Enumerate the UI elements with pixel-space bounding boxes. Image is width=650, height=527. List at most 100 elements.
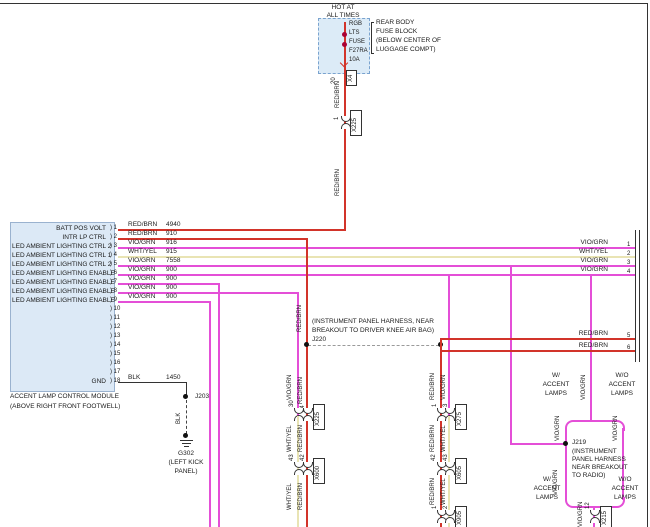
g302-location-1: (LEFT KICK [160,459,212,466]
wire-pin9 [118,301,211,303]
branch-wire-label: VIO/GRN [613,416,619,441]
wire-color: RED/BRN [128,230,157,237]
wire-label: RED/BRN [298,377,304,404]
edge-wire-label: RED/BRN [560,330,608,337]
inline-connector-glyph [445,517,455,523]
with-accent-label: W/ [532,476,562,483]
frame-right [647,3,648,527]
edge-wire-label: RED/BRN [560,342,608,349]
wire-j219-horizontal [510,443,567,445]
connector-pin: 43 [443,454,449,461]
wire-color: VIO/GRN [128,284,155,291]
j219-label: J219 [572,439,586,446]
wire-pin4 [118,256,635,258]
wire-circuit: 7558 [166,257,180,264]
ground-symbol-bar [180,440,193,441]
ground-symbol-bar [184,446,189,447]
connector-pin: 2 [443,506,449,509]
fuse-block-connector-label: X4 [348,75,354,82]
wire-gnd-dashed [186,400,187,434]
pin-number: 12 [110,324,120,331]
pin-label: LED AMBIENT LIGHTING ENABLE [12,270,106,277]
module-title-2: (ABOVE RIGHT FRONT FOOTWELL) [10,403,120,410]
connector-pin: 30 [289,400,295,407]
j220-dot-left [304,342,309,347]
wire-pin3 [118,247,635,249]
connector-pin: 1 [432,404,438,407]
j203-label: J203 [195,393,209,400]
wire-redbrn-label: RED/BRN [297,305,303,332]
inline-connector-glyph [445,462,455,468]
without-accent-label: LAMPS [604,390,640,397]
fuse-loc-3: (BELOW CENTER OF [376,37,441,44]
edge-pin-number: 2 [627,251,630,258]
center-wire-label: VIO/GRN [578,502,584,527]
fuse-loc-2: FUSE BLOCK [376,28,417,35]
j219-junction-dot [563,441,568,446]
without-accent-label: ACCENT [604,381,640,388]
pin-number: 1 [110,225,117,232]
x215-connector-label: X215 [602,511,608,525]
inline-connector-glyph [303,469,313,475]
wire-color: VIO/GRN [128,239,155,246]
edge-wire-label: VIO/GRN [560,239,608,246]
pin-number: 3 [110,243,117,250]
edge-pin-number: 6 [627,345,630,352]
g302-label: G302 [160,450,212,457]
bracket-tick-top [371,22,374,23]
edge-wire-label: VIO/GRN [560,266,608,273]
wire-label: RED/BRN [298,483,304,510]
edge-pin-number: 5 [627,333,630,340]
x225-top-connector-label: X225 [352,118,358,132]
pin-label: INTR LP CTRL [12,234,106,241]
pin-number: 16 [110,360,120,367]
wire-circuit: 910 [166,230,177,237]
fork-arc-right [590,420,625,431]
pin-label: LED AMBIENT LIGHTING CTRL 2 [12,261,106,268]
fuse-loc-4: LUGGAGE COMPT) [376,46,436,53]
x905-connector-label: X905 [457,511,463,525]
wire-color: VIO/GRN [128,275,155,282]
connector-pin: 12 [585,502,591,509]
wire-pin9-drop [209,301,211,527]
connector-pin: 42 [431,454,437,461]
wire-pin5 [118,265,635,267]
fuse-loc-1: REAR BODY [376,19,414,26]
bracket-line [371,22,372,54]
bracket-tick-bottom [371,53,374,54]
wire-pin5-drop [510,265,512,445]
edge-pin-number: 3 [627,260,630,267]
fuse-name-3: FUSE [349,39,365,46]
g302-ground-dot [183,433,188,438]
inline-connector-glyph [445,469,455,475]
pin-number: 4 [110,252,117,259]
wiring-diagram: HOT AT ALL TIMES RGB LTS FUSE F27RA 10A … [0,0,650,527]
fuse-name-4: F27RA [349,48,368,55]
wire-color: RED/BRN [128,221,157,228]
wire-circuit: 900 [166,284,177,291]
without-accent-label: W/O [607,476,643,483]
connector-pin: 42 [300,454,306,461]
wire-circuit: 916 [166,239,177,246]
pin-number: 15 [110,351,120,358]
j203-junction-dot [183,394,188,399]
wire-circuit: 900 [166,266,177,273]
connector-pin: 1 [432,506,438,509]
module-title-1: ACCENT LAMP CONTROL MODULE [10,393,119,400]
wire-pin2-drop [306,238,308,527]
without-accent-label: ACCENT [607,485,643,492]
fuse-name-2: LTS [349,30,360,37]
gnd-wire-color-label: BLK [176,413,182,424]
pin-number: 11 [110,315,120,322]
inline-connector-glyph [303,408,313,414]
branch-wire-label: VIO/GRN [555,416,561,441]
wire-circuit: 900 [166,275,177,282]
inline-connector-glyph [445,415,455,421]
pin-label: LED AMBIENT LIGHTING CTRL 1 [12,252,106,259]
x275-connector-label: X275 [457,412,463,426]
j220-text-2: BREAKOUT TO DRIVER KNEE AIR BAG) [312,327,434,334]
edge-pin-number: 1 [627,242,630,249]
wire-gnd-horizontal [118,382,186,383]
j220-splice-dashed-line [308,345,439,346]
ground-symbol-bar [182,443,191,444]
